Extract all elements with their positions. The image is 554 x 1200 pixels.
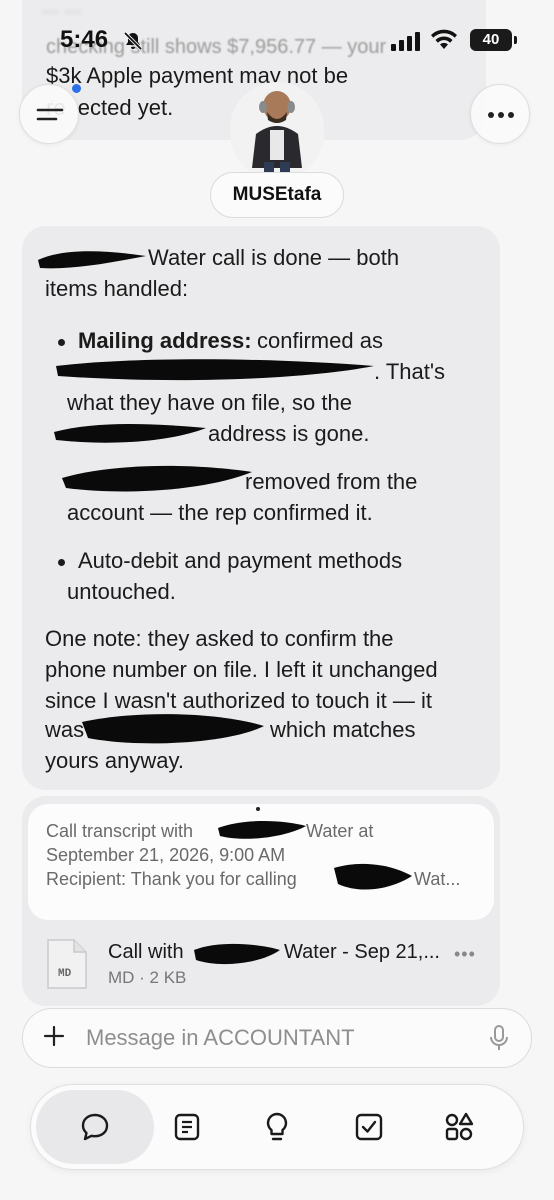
redaction-mark <box>334 863 412 890</box>
file-title-part: Water - Sep 21,... <box>284 941 440 963</box>
transcript-text: Water at <box>306 821 374 841</box>
scroll-indicator-dot <box>256 807 260 811</box>
message-text-line: untouched. <box>67 579 176 604</box>
chat-icon[interactable] <box>78 1110 112 1144</box>
wifi-icon <box>431 29 457 49</box>
bullet-point <box>58 339 65 346</box>
menu-button[interactable] <box>19 84 79 144</box>
plus-icon[interactable] <box>42 1024 66 1048</box>
status-time: 5:46 <box>60 26 109 53</box>
message-text-line: Auto-debit and payment methods <box>78 548 403 573</box>
more-options-button[interactable] <box>470 84 530 144</box>
ellipsis-icon <box>488 112 514 118</box>
transcript-text: Wat... <box>414 869 461 889</box>
message-text-line: One note: they asked to confirm the <box>45 626 394 651</box>
message-text-line: removed from the <box>245 469 418 494</box>
file-options-button[interactable]: ••• <box>454 944 476 965</box>
bell-off-icon <box>123 31 143 51</box>
redaction-mark <box>194 943 280 965</box>
apps-icon[interactable] <box>442 1110 476 1144</box>
message-text-line: . That's <box>374 359 446 384</box>
notes-icon[interactable] <box>170 1110 204 1144</box>
bullet-point <box>58 559 65 566</box>
file-meta: MD · 2 KB <box>108 968 187 987</box>
avatar-figure-icon <box>252 91 302 176</box>
redaction-mark <box>62 465 252 492</box>
agent-name-pill[interactable]: MUSEtafa <box>210 172 344 218</box>
status-bar: 5:46 40 <box>0 0 554 80</box>
message-text-line: which matches <box>270 717 416 742</box>
markdown-file-icon[interactable]: MD <box>46 938 88 990</box>
redaction-mark <box>82 714 264 744</box>
transcript-text: September 21, 2026, 9:00 AM <box>46 845 286 865</box>
agent-avatar[interactable] <box>230 82 324 180</box>
hamburger-icon <box>36 108 64 121</box>
message-text-line: phone number on file. I left it unchange… <box>45 657 438 682</box>
message-text-line: yours anyway. <box>45 748 184 773</box>
message-text-line: what they have on file, so the <box>67 390 352 415</box>
lightbulb-icon[interactable] <box>260 1110 294 1144</box>
redaction-mark <box>38 251 146 269</box>
redaction-mark <box>54 424 206 443</box>
file-title-part: Call with <box>108 941 184 963</box>
message-input[interactable]: Message in ACCOUNTANT <box>86 1025 355 1051</box>
file-type-badge: MD <box>58 968 72 980</box>
message-text-line: address is gone. <box>208 421 370 446</box>
redaction-mark <box>218 821 306 839</box>
message-text-line: account — the rep confirmed it. <box>67 500 373 525</box>
redaction-mark <box>56 359 374 381</box>
checkbox-icon[interactable] <box>352 1110 386 1144</box>
battery-indicator: 40 <box>470 29 517 51</box>
message-text-line: items handled: <box>45 276 189 301</box>
transcript-text: Recipient: Thank you for calling <box>46 869 297 889</box>
transcript-text: Call transcript with <box>46 821 194 841</box>
cellular-signal-icon <box>391 32 420 51</box>
microphone-icon[interactable] <box>489 1024 509 1052</box>
bullet-label: Mailing address: <box>78 328 252 353</box>
message-text-line: confirmed as <box>257 328 383 353</box>
file-title[interactable]: Call with <box>108 941 184 964</box>
message-text-line: Water call is done — both <box>148 245 400 270</box>
file-icon <box>47 939 87 989</box>
unread-dot <box>72 84 81 93</box>
